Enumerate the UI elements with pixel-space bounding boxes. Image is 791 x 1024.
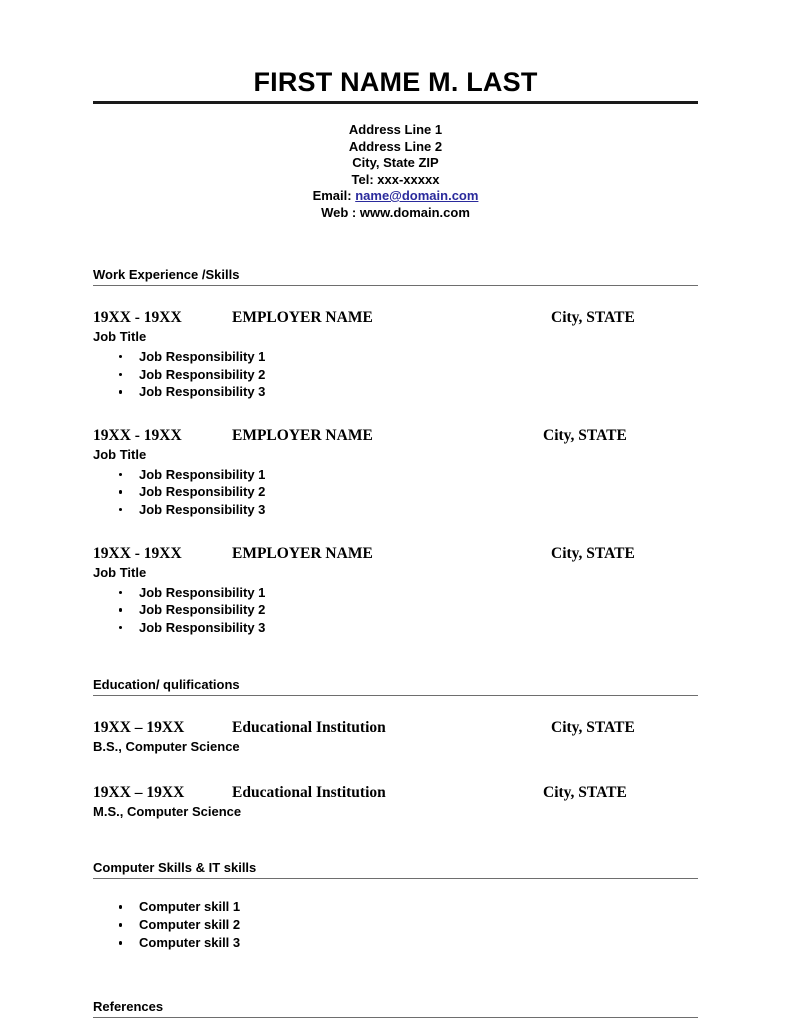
- bullet-icon: [119, 590, 123, 594]
- list-item: Computer skill 1: [93, 898, 698, 916]
- education-entry: 19XX – 19XX Educational Institution City…: [93, 783, 698, 820]
- bullet-icon: [119, 490, 123, 494]
- section-computer-skills: Computer Skills & IT skills Computer ski…: [93, 860, 698, 952]
- section-divider: [93, 695, 698, 697]
- work-entry-employer: EMPLOYER NAME: [232, 544, 373, 562]
- list-item: Job Responsibility 2: [93, 483, 698, 501]
- work-entry-job-title: Job Title: [93, 329, 147, 344]
- education-entry-dates: 19XX – 19XX: [93, 719, 185, 737]
- education-entry-header: 19XX – 19XX Educational Institution City…: [93, 718, 698, 737]
- section-heading-education: Education/ qulifications: [93, 677, 240, 693]
- work-entry-job-title: Job Title: [93, 564, 147, 580]
- section-heading-work-experience: Work Experience /Skills: [93, 267, 240, 282]
- education-entry-dates: 19XX – 19XX: [93, 784, 185, 802]
- bullet-icon: [119, 507, 123, 512]
- bullet-icon: [119, 923, 123, 927]
- bullet-icon: [119, 372, 123, 376]
- contact-block: Address Line 1 Address Line 2 City, Stat…: [93, 122, 698, 221]
- web-line: Web : www.domain.com: [321, 204, 470, 220]
- resume-content: FIRST NAME M. LAST Address Line 1 Addres…: [93, 0, 698, 1019]
- list-item: Job Responsibility 2: [93, 366, 698, 384]
- email-link[interactable]: name@domain.com: [355, 188, 478, 203]
- page-title: FIRST NAME M. LAST: [253, 67, 538, 97]
- bullet-icon: [119, 941, 123, 945]
- section-divider: [93, 1017, 698, 1019]
- responsibility-text: Job Responsibility 2: [139, 602, 266, 618]
- section-heading-computer-skills: Computer Skills & IT skills: [93, 860, 257, 876]
- section-divider: [93, 285, 698, 286]
- bullet-icon: [119, 608, 123, 612]
- responsibility-text: Job Responsibility 2: [139, 366, 266, 382]
- responsibility-text: Job Responsibility 1: [139, 466, 266, 482]
- computer-skills-list: Computer skill 1 Computer skill 2 Comput…: [93, 898, 698, 952]
- work-entry-dates: 19XX - 19XX: [93, 309, 182, 326]
- list-item: Job Responsibility 1: [93, 348, 698, 366]
- work-entry-header: 19XX - 19XX EMPLOYER NAME City, STATE: [93, 308, 698, 327]
- address-line-2: Address Line 2: [348, 138, 443, 154]
- list-item: Job Responsibility 1: [93, 584, 698, 602]
- work-entry-employer: EMPLOYER NAME: [232, 426, 373, 444]
- bullet-icon: [119, 355, 123, 359]
- education-entry: 19XX – 19XX Educational Institution City…: [93, 718, 698, 755]
- work-entry-header: 19XX - 19XX EMPLOYER NAME City, STATE: [93, 544, 698, 563]
- city-state-zip: City, State ZIP: [352, 155, 439, 170]
- education-entry-location: City, STATE: [551, 719, 635, 737]
- responsibility-text: Job Responsibility 1: [139, 349, 266, 364]
- section-work-experience: Work Experience /Skills 19XX - 19XX EMPL…: [93, 267, 698, 636]
- skill-text: Computer skill 2: [139, 917, 241, 933]
- skill-text: Computer skill 1: [139, 899, 241, 915]
- work-entry-header: 19XX - 19XX EMPLOYER NAME City, STATE: [93, 426, 698, 445]
- work-entry: 19XX - 19XX EMPLOYER NAME City, STATE Jo…: [93, 426, 698, 519]
- education-entry-degree: B.S., Computer Science: [93, 739, 240, 755]
- list-item: Job Responsibility 1: [93, 466, 698, 484]
- list-item: Computer skill 3: [93, 934, 698, 952]
- education-entry-degree: M.S., Computer Science: [93, 804, 242, 820]
- work-entry-location: City, STATE: [543, 426, 627, 444]
- bullet-icon: [119, 905, 123, 909]
- responsibility-text: Job Responsibility 3: [139, 384, 266, 400]
- resume-page: FIRST NAME M. LAST Address Line 1 Addres…: [0, 0, 791, 1024]
- work-entry: 19XX - 19XX EMPLOYER NAME City, STATE Jo…: [93, 308, 698, 401]
- work-entry: 19XX - 19XX EMPLOYER NAME City, STATE Jo…: [93, 544, 698, 637]
- list-item: Job Responsibility 3: [93, 501, 698, 519]
- work-entry-dates: 19XX - 19XX: [93, 426, 182, 444]
- telephone: Tel: xxx-xxxxx: [351, 171, 440, 187]
- list-item: Job Responsibility 3: [93, 383, 698, 401]
- section-divider: [93, 878, 698, 880]
- education-entry-location: City, STATE: [543, 784, 627, 802]
- bullet-icon: [119, 390, 123, 394]
- responsibility-text: Job Responsibility 3: [139, 501, 266, 517]
- work-entry-responsibilities: Job Responsibility 1 Job Responsibility …: [93, 466, 698, 519]
- bullet-icon: [119, 625, 123, 630]
- email-line: Email: name@domain.com: [93, 188, 698, 205]
- work-entry-responsibilities: Job Responsibility 1 Job Responsibility …: [93, 348, 698, 401]
- responsibility-text: Job Responsibility 3: [139, 619, 266, 635]
- section-references: References: [93, 999, 698, 1019]
- education-entry-institution: Educational Institution: [232, 784, 386, 802]
- title-divider: [93, 101, 698, 104]
- responsibility-text: Job Responsibility 2: [139, 484, 266, 500]
- section-heading-references: References: [93, 999, 164, 1015]
- work-entry-dates: 19XX - 19XX: [93, 544, 182, 562]
- responsibility-text: Job Responsibility 1: [139, 584, 266, 600]
- list-item: Job Responsibility 3: [93, 619, 698, 637]
- bullet-icon: [119, 472, 123, 477]
- address-line-1: Address Line 1: [348, 122, 443, 137]
- list-item: Job Responsibility 2: [93, 601, 698, 619]
- work-entry-responsibilities: Job Responsibility 1 Job Responsibility …: [93, 584, 698, 637]
- education-entry-institution: Educational Institution: [232, 719, 386, 737]
- work-entry-location: City, STATE: [551, 309, 635, 326]
- work-entry-employer: EMPLOYER NAME: [232, 309, 373, 326]
- section-education: Education/ qulifications 19XX – 19XX Edu…: [93, 677, 698, 820]
- email-label: Email:: [312, 188, 352, 203]
- list-item: Computer skill 2: [93, 916, 698, 934]
- work-entry-location: City, STATE: [551, 544, 635, 562]
- education-entry-header: 19XX – 19XX Educational Institution City…: [93, 783, 698, 802]
- skill-text: Computer skill 3: [139, 935, 241, 951]
- work-entry-job-title: Job Title: [93, 446, 147, 462]
